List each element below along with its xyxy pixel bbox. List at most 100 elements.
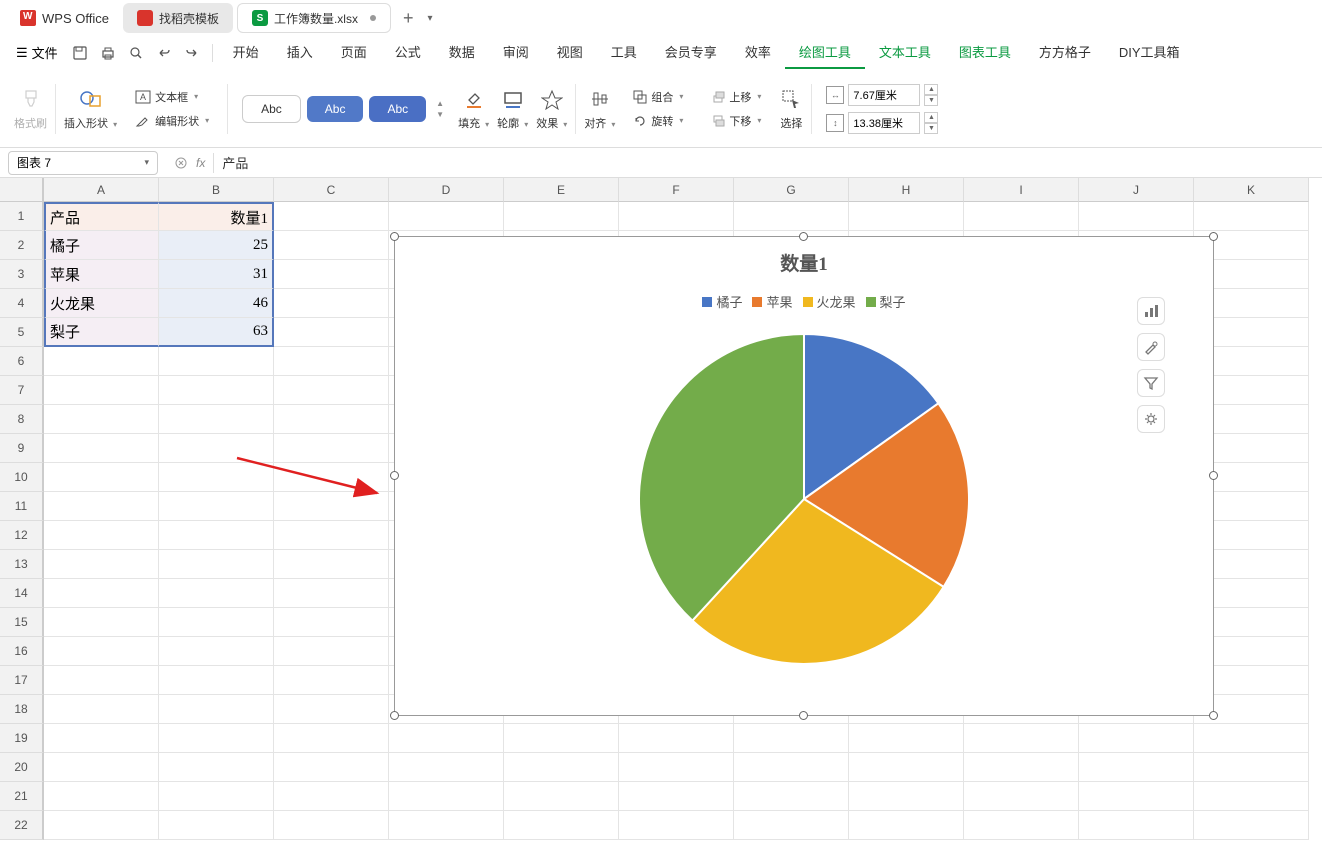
print-preview-icon[interactable] xyxy=(122,39,150,67)
cell[interactable] xyxy=(274,202,389,231)
cell[interactable] xyxy=(44,637,159,666)
cell[interactable] xyxy=(1079,753,1194,782)
row-header[interactable]: 11 xyxy=(0,492,44,521)
row-header[interactable]: 20 xyxy=(0,753,44,782)
formula-text[interactable]: 产品 xyxy=(214,153,248,172)
cell[interactable] xyxy=(159,434,274,463)
cell[interactable] xyxy=(274,347,389,376)
legend-item[interactable]: 梨子 xyxy=(866,292,906,311)
chart-elements-button[interactable] xyxy=(1137,297,1165,325)
cell[interactable] xyxy=(159,695,274,724)
column-header[interactable]: J xyxy=(1079,178,1194,202)
cell[interactable] xyxy=(159,463,274,492)
chart-title[interactable]: 数量1 xyxy=(395,237,1213,284)
menu-item[interactable]: 审阅 xyxy=(489,36,543,69)
resize-handle-bc[interactable] xyxy=(799,711,808,720)
cell[interactable] xyxy=(964,724,1079,753)
cell[interactable] xyxy=(1079,202,1194,231)
cell[interactable] xyxy=(44,521,159,550)
cell[interactable] xyxy=(1194,753,1309,782)
print-icon[interactable] xyxy=(94,39,122,67)
cell[interactable] xyxy=(159,637,274,666)
cell[interactable] xyxy=(44,811,159,840)
cell[interactable] xyxy=(159,405,274,434)
cell[interactable] xyxy=(274,463,389,492)
cell[interactable] xyxy=(44,695,159,724)
effect-button[interactable]: 效果 ▾ xyxy=(532,83,571,135)
tab-template[interactable]: 找稻壳模板 xyxy=(123,3,233,33)
legend-item[interactable]: 橘子 xyxy=(702,292,742,311)
legend-item[interactable]: 火龙果 xyxy=(803,292,856,311)
cell[interactable] xyxy=(274,260,389,289)
cell[interactable]: 31 xyxy=(159,260,274,289)
cell[interactable] xyxy=(44,463,159,492)
row-header[interactable]: 5 xyxy=(0,318,44,347)
style-preset-1[interactable]: Abc xyxy=(242,95,301,123)
row-header[interactable]: 8 xyxy=(0,405,44,434)
cell[interactable] xyxy=(159,724,274,753)
cell[interactable] xyxy=(274,405,389,434)
row-header[interactable]: 16 xyxy=(0,637,44,666)
cell[interactable] xyxy=(389,724,504,753)
column-header[interactable]: B xyxy=(159,178,274,202)
height-down-button[interactable]: ▼ xyxy=(924,123,938,134)
cell[interactable] xyxy=(274,637,389,666)
row-header[interactable]: 13 xyxy=(0,550,44,579)
legend-item[interactable]: 苹果 xyxy=(752,292,792,311)
cell[interactable] xyxy=(619,753,734,782)
tab-workbook[interactable]: S 工作簿数量.xlsx xyxy=(237,3,391,33)
resize-handle-tl[interactable] xyxy=(390,232,399,241)
cell[interactable] xyxy=(159,782,274,811)
menu-item[interactable]: 数据 xyxy=(435,36,489,69)
text-box-button[interactable]: A 文本框 ▾ xyxy=(129,86,215,108)
cell[interactable] xyxy=(159,376,274,405)
tab-dropdown-button[interactable]: ▾ xyxy=(424,13,437,24)
row-header[interactable]: 6 xyxy=(0,347,44,376)
cell[interactable] xyxy=(274,318,389,347)
height-up-button[interactable]: ▲ xyxy=(924,112,938,123)
menu-item[interactable]: 方方格子 xyxy=(1025,36,1105,69)
row-header[interactable]: 12 xyxy=(0,521,44,550)
cell[interactable] xyxy=(159,753,274,782)
menu-item[interactable]: 图表工具 xyxy=(945,36,1025,69)
cell[interactable] xyxy=(1194,724,1309,753)
cell[interactable] xyxy=(274,811,389,840)
cell[interactable] xyxy=(274,695,389,724)
cell[interactable] xyxy=(44,666,159,695)
width-field[interactable]: 7.67厘米 xyxy=(848,84,920,106)
menu-item[interactable]: 视图 xyxy=(543,36,597,69)
redo-icon[interactable] xyxy=(178,39,206,67)
cell[interactable] xyxy=(44,376,159,405)
cell[interactable] xyxy=(274,579,389,608)
cell[interactable] xyxy=(504,753,619,782)
menu-item[interactable]: 插入 xyxy=(273,36,327,69)
insert-shape-button[interactable]: 插入形状 ▾ xyxy=(60,83,121,135)
cell[interactable] xyxy=(274,434,389,463)
cell[interactable] xyxy=(964,202,1079,231)
column-header[interactable]: E xyxy=(504,178,619,202)
cell[interactable] xyxy=(159,521,274,550)
cell[interactable] xyxy=(734,782,849,811)
fx-icon[interactable]: fx xyxy=(196,156,205,170)
align-button[interactable]: 对齐 ▾ xyxy=(580,83,619,135)
fill-button[interactable]: 填充 ▾ xyxy=(454,83,493,135)
menu-item[interactable]: 页面 xyxy=(327,36,381,69)
cell[interactable] xyxy=(44,405,159,434)
edit-shape-button[interactable]: 编辑形状 ▾ xyxy=(129,110,215,132)
row-header[interactable]: 1 xyxy=(0,202,44,231)
cell[interactable] xyxy=(274,782,389,811)
resize-handle-mr[interactable] xyxy=(1209,471,1218,480)
cell[interactable] xyxy=(734,753,849,782)
column-header[interactable]: C xyxy=(274,178,389,202)
chart-object[interactable]: 数量1 橘子苹果火龙果梨子 xyxy=(394,236,1214,716)
column-header[interactable]: H xyxy=(849,178,964,202)
cell[interactable] xyxy=(159,579,274,608)
cell[interactable] xyxy=(274,666,389,695)
cell[interactable] xyxy=(274,550,389,579)
cell[interactable]: 火龙果 xyxy=(44,289,159,318)
row-header[interactable]: 15 xyxy=(0,608,44,637)
cell[interactable] xyxy=(389,782,504,811)
pie-chart[interactable] xyxy=(395,319,1213,669)
cell[interactable] xyxy=(274,724,389,753)
cell[interactable] xyxy=(964,782,1079,811)
